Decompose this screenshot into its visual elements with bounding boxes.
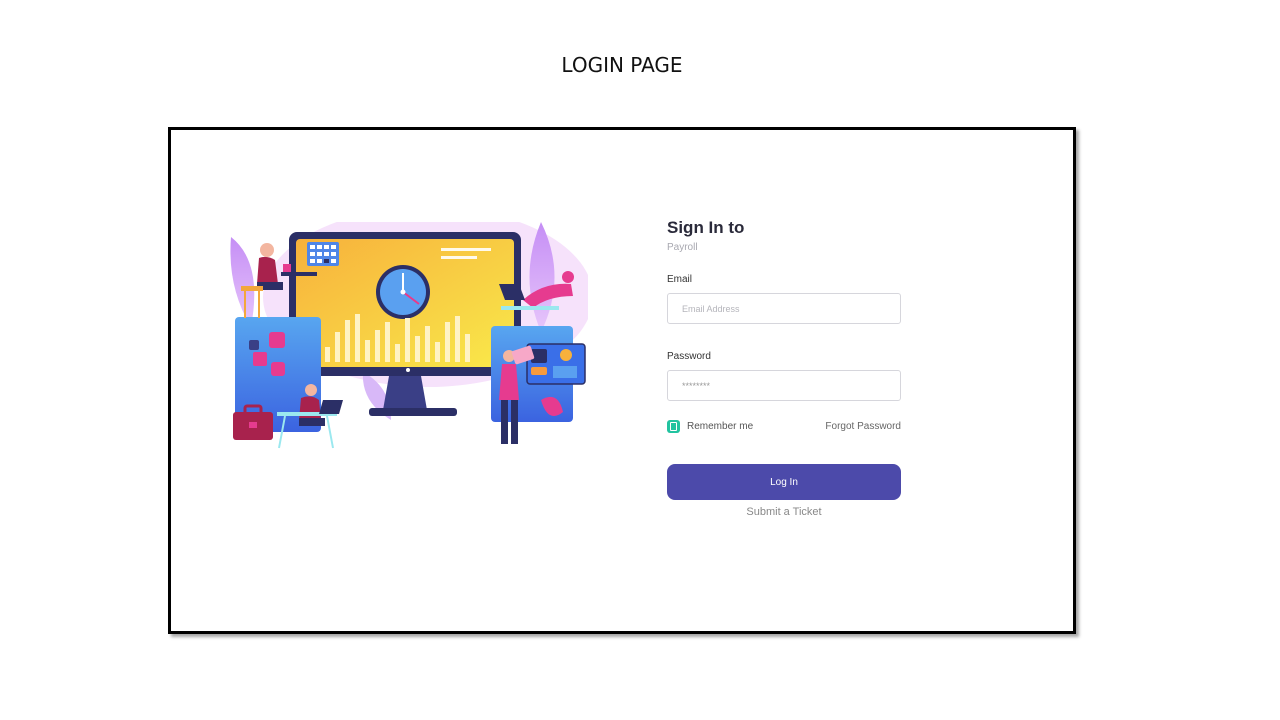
options-row: Remember me Forgot Password [667,418,901,434]
email-label: Email [667,274,693,285]
app-name: Payroll [667,242,698,253]
submit-ticket-link[interactable]: Submit a Ticket [667,506,901,518]
forgot-password-link[interactable]: Forgot Password [825,421,901,432]
remember-me-label: Remember me [687,420,754,432]
login-window: Sign In to Payroll Email Password Rememb… [168,127,1076,634]
office-dashboard-illustration [230,222,588,449]
remember-me-toggle[interactable]: Remember me [667,419,754,433]
calendar-icon [307,242,339,266]
login-form: Sign In to Payroll Email Password Rememb… [667,218,901,518]
check-icon [670,421,677,431]
sign-in-heading: Sign In to [667,218,745,237]
password-field[interactable] [667,370,901,401]
remember-me-checkbox[interactable] [667,419,680,433]
password-label: Password [667,351,711,362]
clock-icon [376,265,430,319]
email-field[interactable] [667,293,901,324]
login-button[interactable]: Log In [667,464,901,500]
slide-title: LOGIN PAGE [561,53,683,77]
